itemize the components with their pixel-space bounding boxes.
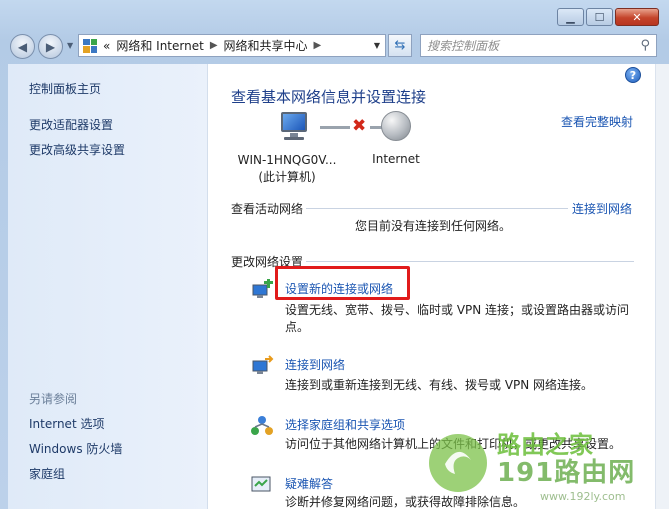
breadcrumb-network-internet[interactable]: 网络和 Internet [116, 37, 203, 54]
minimize-button[interactable]: ▁ [557, 8, 584, 26]
refresh-button[interactable]: ⇆ [388, 34, 412, 57]
maximize-button[interactable]: ☐ [586, 8, 613, 26]
connect-to-network-task-link[interactable]: 连接到网络 [285, 356, 345, 373]
refresh-icon: ⇆ [394, 38, 406, 53]
internet-globe-icon [381, 111, 411, 141]
troubleshoot-link[interactable]: 疑难解答 [285, 475, 333, 492]
no-network-status: 您目前没有连接到任何网络。 [355, 219, 512, 233]
connect-to-network-desc: 连接到或重新连接到无线、有线、拨号或 VPN 网络连接。 [285, 378, 594, 392]
window-controls: ▁ ☐ ✕ [557, 8, 659, 26]
page-title: 查看基本网络信息并设置连接 [231, 88, 427, 106]
search-box[interactable]: ⚲ [420, 34, 657, 57]
computer-icon [279, 110, 311, 142]
connection-line [320, 126, 350, 129]
setup-new-connection-desc: 设置无线、宽带、拨号、临时或 VPN 连接；或设置路由器或访问点。 [285, 303, 630, 334]
computer-name: WIN-1HNQG0V... [237, 153, 337, 167]
help-button[interactable]: ? [625, 67, 641, 83]
homegroup-icon [251, 416, 273, 435]
troubleshoot-icon [251, 476, 271, 492]
disconnected-x-icon[interactable]: ✖ [352, 116, 366, 136]
see-also-header: 另请参阅 [29, 392, 78, 406]
control-panel-icon [83, 38, 97, 53]
search-input[interactable] [427, 38, 641, 53]
close-button[interactable]: ✕ [615, 8, 659, 26]
connect-network-icon [252, 355, 274, 374]
watermark-logo [429, 434, 487, 492]
new-connection-icon [252, 279, 273, 298]
breadcrumb-separator-icon[interactable]: ▶ [210, 40, 218, 51]
sidebar-item-advanced-sharing[interactable]: 更改高级共享设置 [29, 141, 125, 158]
sidebar-item-internet-options[interactable]: Internet 选项 [29, 415, 104, 432]
help-icon: ? [629, 68, 637, 82]
breadcrumb-overflow[interactable]: « [103, 39, 110, 53]
breadcrumb-separator-icon[interactable]: ▶ [314, 40, 322, 51]
sidebar-item-adapter-settings[interactable]: 更改适配器设置 [29, 116, 113, 133]
sidebar-item-homegroup[interactable]: 家庭组 [29, 465, 65, 482]
sidebar-item-home[interactable]: 控制面板主页 [29, 80, 101, 97]
search-icon[interactable]: ⚲ [640, 38, 650, 53]
internet-label: Internet [372, 152, 420, 166]
sidebar-item-windows-firewall[interactable]: Windows 防火墙 [29, 440, 122, 457]
watermark-line2: 191路由网 [497, 458, 636, 488]
arrow-left-icon: ◀ [17, 39, 28, 54]
back-button[interactable]: ◀ [10, 34, 35, 59]
breadcrumb-network-sharing-center[interactable]: 网络和共享中心 [224, 37, 308, 54]
forward-button[interactable]: ▶ [38, 34, 63, 59]
computer-label: WIN-1HNQG0V... (此计算机) [232, 152, 342, 186]
breadcrumb: « 网络和 Internet ▶ 网络和共享中心 ▶ [83, 37, 369, 54]
address-dropdown-icon[interactable]: ▼ [369, 41, 385, 50]
section-divider [306, 261, 634, 262]
watermark-url: www.192ly.com [540, 490, 626, 503]
section-divider [306, 208, 568, 209]
computer-sub: (此计算机) [258, 170, 316, 184]
vertical-scrollbar[interactable] [655, 64, 669, 509]
connect-to-network-link[interactable]: 连接到网络 [572, 200, 632, 217]
homegroup-sharing-link[interactable]: 选择家庭组和共享选项 [285, 416, 405, 433]
recent-pages-dropdown-icon[interactable]: ▼ [67, 41, 73, 50]
highlight-box [275, 266, 410, 300]
view-full-map-link[interactable]: 查看完整映射 [561, 113, 633, 130]
address-bar[interactable]: « 网络和 Internet ▶ 网络和共享中心 ▶ ▼ [78, 34, 386, 57]
arrow-right-icon: ▶ [45, 39, 56, 54]
active-networks-header: 查看活动网络 [231, 202, 304, 216]
